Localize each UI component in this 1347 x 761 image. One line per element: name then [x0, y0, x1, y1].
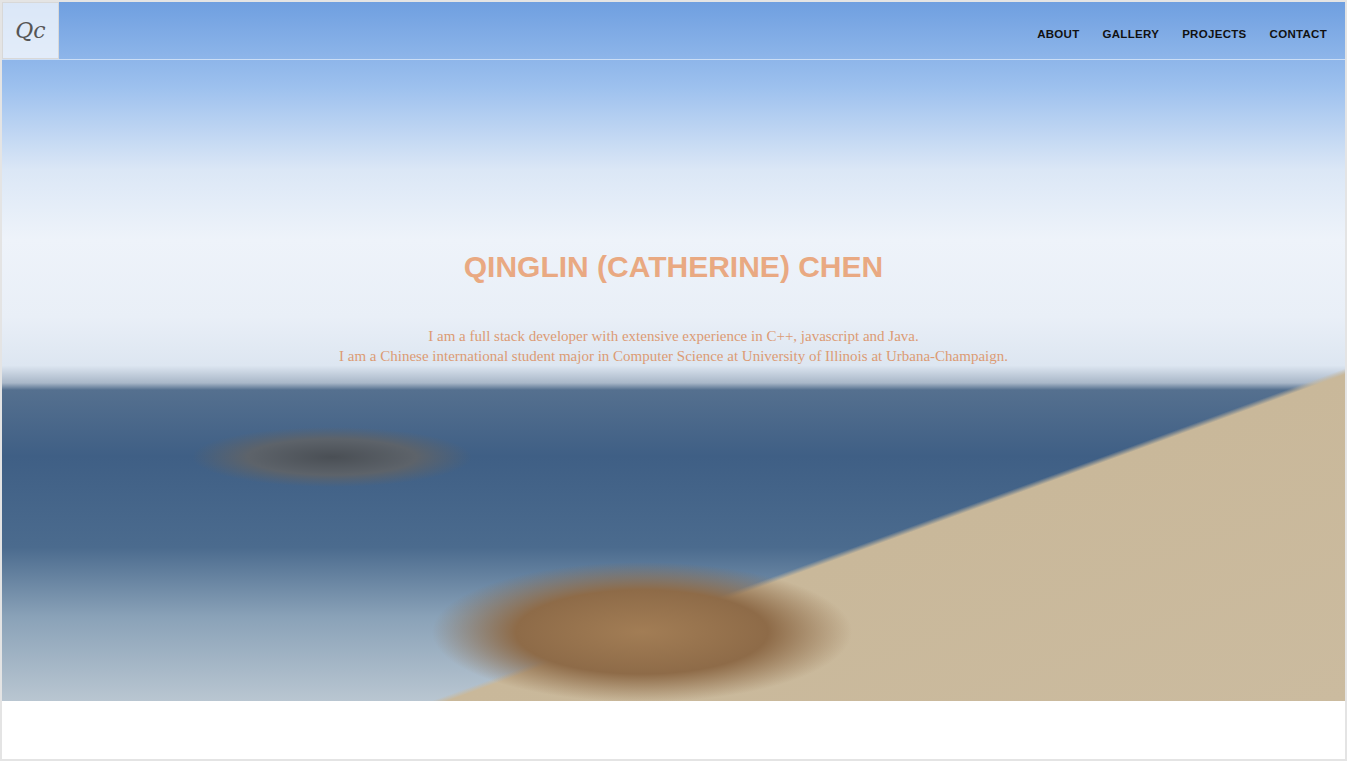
portfolio-page: Qc ABOUT GALLERY PROJECTS CONTACT QINGLIN (… — [0, 0, 1347, 761]
hero-title: QINGLIN (CATHERINE) CHEN — [464, 250, 883, 284]
intro-line: I am a Chinese international student maj… — [329, 346, 1019, 366]
hero-content: QINGLIN (CATHERINE) CHEN I am a full sta… — [2, 2, 1345, 366]
logo-text[interactable]: Qc — [15, 18, 45, 43]
nav-link[interactable]: PROJECTS — [1182, 28, 1246, 40]
hero-photo: Qc ABOUT GALLERY PROJECTS CONTACT QINGLIN (… — [2, 2, 1345, 701]
page-below — [2, 701, 1345, 759]
intro-text: I am a full stack developer with extensi… — [329, 326, 1019, 366]
intro-line: I am a full stack developer with extensi… — [329, 326, 1019, 346]
nav-link[interactable]: ABOUT — [1037, 28, 1079, 40]
main-nav: ABOUT GALLERY PROJECTS CONTACT — [1037, 22, 1345, 40]
nav-link[interactable]: CONTACT — [1270, 28, 1327, 40]
nav-link[interactable]: GALLERY — [1103, 28, 1160, 40]
top-bar: Qc ABOUT GALLERY PROJECTS CONTACT — [2, 2, 1345, 60]
logo[interactable]: Qc — [2, 2, 59, 59]
